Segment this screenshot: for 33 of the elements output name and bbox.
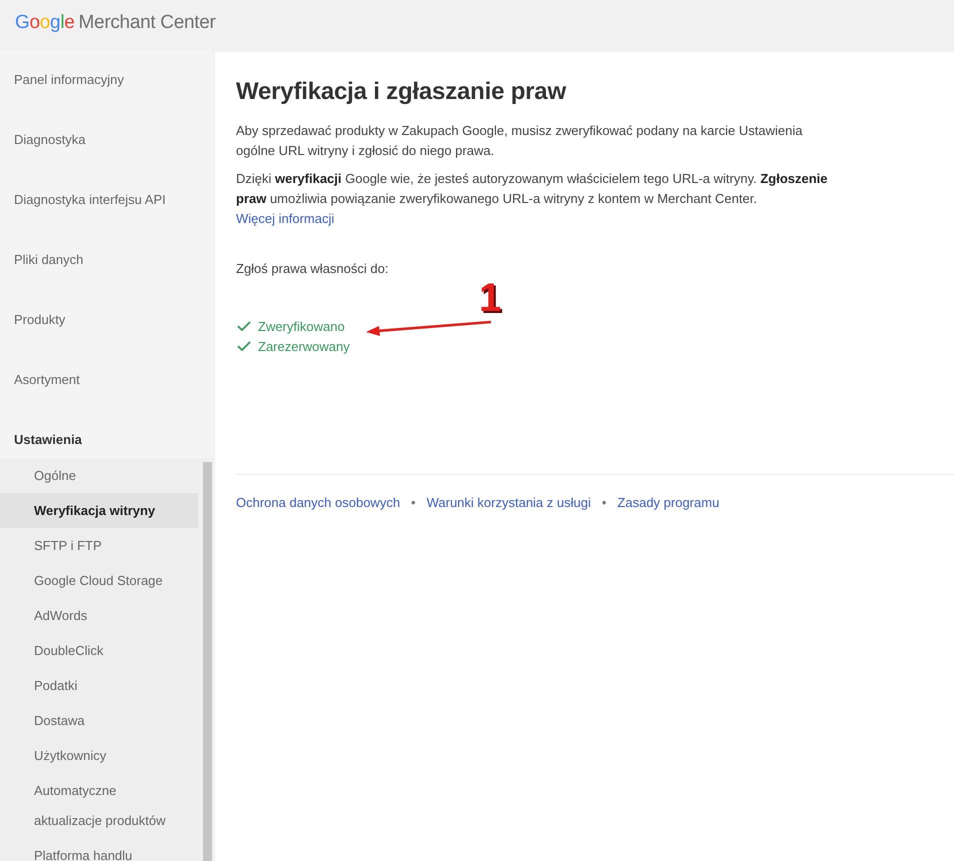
scrollbar-thumb[interactable]	[203, 462, 212, 861]
footer-link[interactable]: Ochrona danych osobowych	[236, 493, 400, 513]
sidebar-item[interactable]: Diagnostyka interfejsu API	[0, 170, 213, 230]
claim-label: Zgłoś prawa własności do:	[236, 260, 390, 278]
submenu-item[interactable]: Podatki	[0, 668, 198, 703]
separator-dot: •	[602, 494, 606, 512]
footer-link[interactable]: Warunki korzystania z usługi	[426, 493, 591, 513]
submenu-item[interactable]: Weryfikacja witryny	[0, 493, 198, 528]
sidebar-item[interactable]: Produkty	[0, 290, 213, 350]
footer-link[interactable]: Zasady programu	[617, 493, 720, 513]
description-paragraph: Aby sprzedawać produkty w Zakupach Google, musisz zweryfikować podany na karcie Ustawienia ogólne URL witryny i zgłosić do niego prawa.	[236, 122, 804, 160]
status-label: Zarezerwowany	[258, 338, 350, 354]
submenu-item[interactable]: Google Cloud Storage	[0, 563, 198, 598]
sidebar-item[interactable]: Diagnostyka	[0, 110, 213, 170]
submenu-item[interactable]: Automatyczne aktualizacje produktów	[0, 773, 198, 838]
submenu-item[interactable]: AdWords	[0, 598, 198, 633]
sidebar-item[interactable]: Panel informacyjny	[0, 50, 213, 110]
submenu-item[interactable]: Platforma handlu	[0, 838, 198, 861]
app-logo[interactable]: Google Merchant Center	[15, 12, 216, 34]
description-paragraph: Dzięki weryfikacji Google wie, że jesteś autoryzowanym właścicielem tego URL-a witryny. Zgłoszenie praw umożliwia powiązanie zweryfikowanego URL-a witryny z kontem w Merchant Center. Więcej informacji	[236, 170, 829, 228]
sidebar-item[interactable]: Ustawienia	[0, 410, 213, 458]
submenu-item[interactable]: Ogólne	[0, 458, 198, 493]
submenu-item[interactable]: Użytkownicy	[0, 738, 198, 773]
submenu-item[interactable]: DoubleClick	[0, 633, 198, 668]
annotation-number: 1	[479, 278, 502, 318]
status-label: Zweryfikowano	[258, 318, 345, 334]
sidebar-item[interactable]: Asortyment	[0, 350, 213, 410]
separator-dot: •	[411, 494, 416, 512]
page-title: Weryfikacja i zgłaszanie praw	[236, 78, 568, 106]
sidebar-item[interactable]: Pliki danych	[0, 230, 213, 290]
submenu-item[interactable]: SFTP i FTP	[0, 528, 198, 563]
submenu-item[interactable]: Dostawa	[0, 703, 198, 738]
more-info-link[interactable]: Więcej informacji	[236, 211, 334, 226]
